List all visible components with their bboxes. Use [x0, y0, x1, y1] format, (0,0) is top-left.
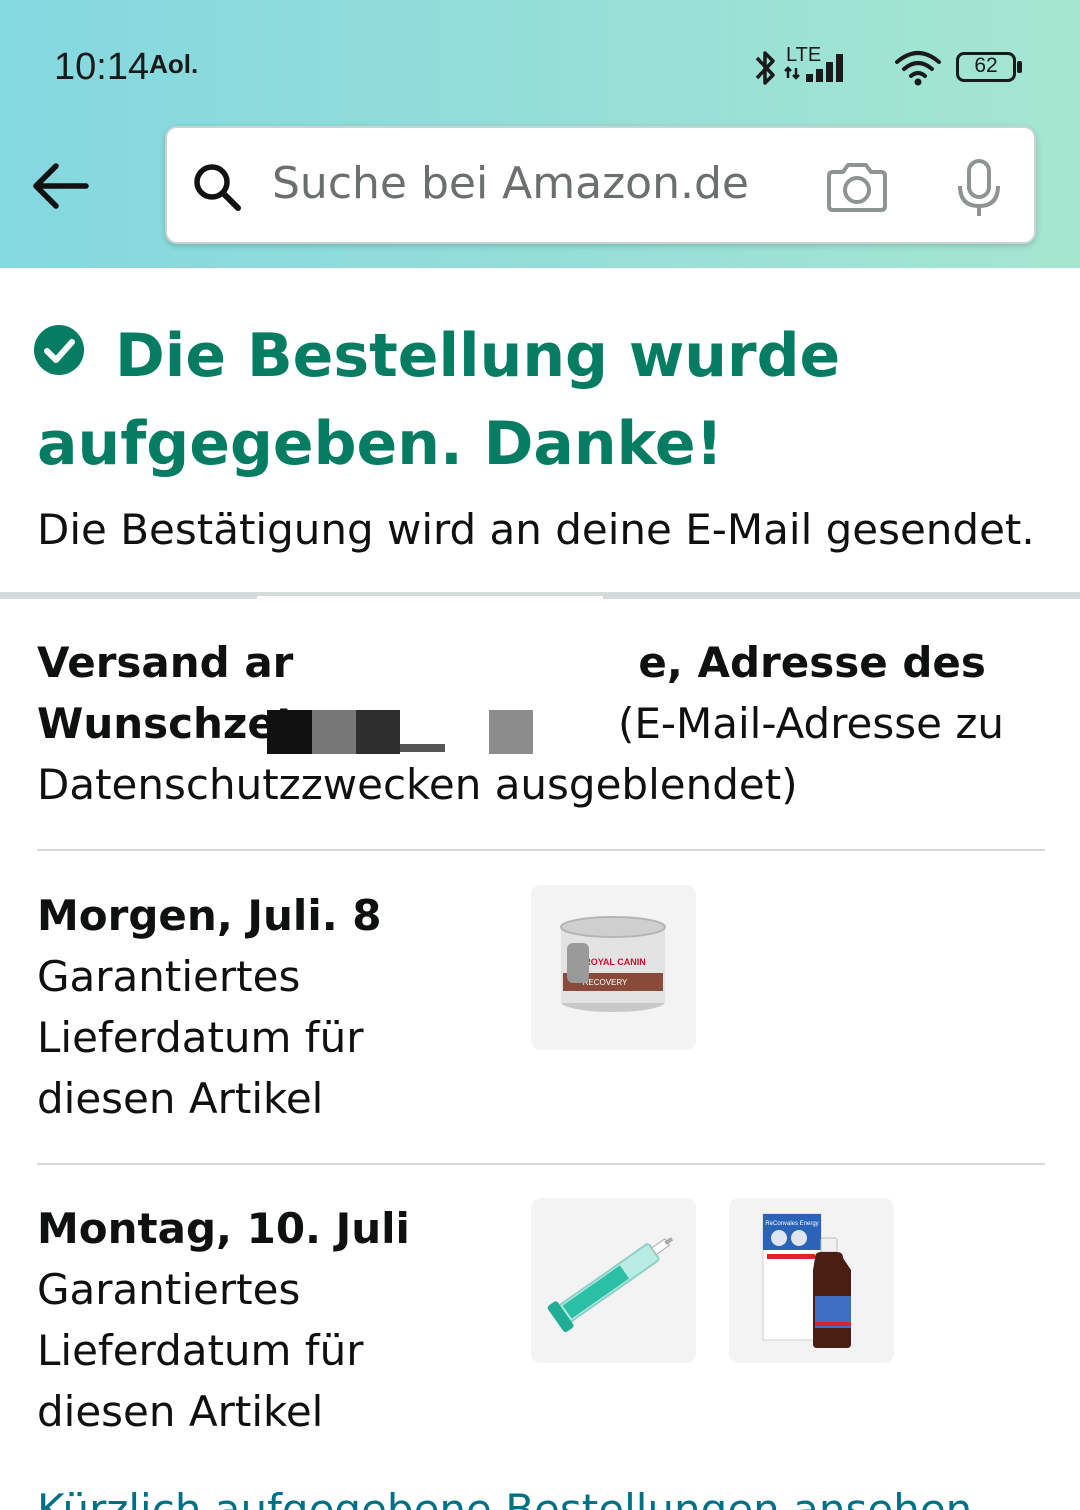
app-header: 10:14Aol. LTE 62 Suche bei Amazon.de	[0, 0, 1080, 268]
redaction-block	[400, 744, 445, 752]
divider	[37, 849, 1045, 851]
camera-icon[interactable]	[825, 162, 889, 214]
delivery-date: Morgen, Juli. 8	[37, 891, 382, 940]
product-thumbnail[interactable]: ROYAL CANIN RECOVERY	[531, 885, 696, 1050]
search-bar[interactable]: Suche bei Amazon.de	[165, 126, 1036, 244]
shipping-address: Versand ar e, Adresse des Wunschzet (E-Mai…	[37, 632, 1037, 815]
recent-orders-link[interactable]: Kürzlich aufgegebene Bestellungen ansehe…	[37, 1482, 972, 1510]
redaction-mask	[257, 596, 603, 652]
syringe-image	[547, 1237, 674, 1333]
confirmation-email-note: Die Bestätigung wird an deine E-Mail ges…	[37, 505, 1035, 554]
redaction-block	[489, 710, 533, 754]
lte-indicator: LTE	[784, 44, 856, 88]
delivery-date: Montag, 10. Juli	[37, 1204, 410, 1253]
status-bar: 10:14Aol. LTE 62	[0, 0, 1080, 120]
delivery-group: Montag, 10. Juli Garantiertes Lieferdatu…	[37, 1198, 507, 1442]
cat-food-can-image: ROYAL CANIN RECOVERY	[560, 916, 666, 1012]
battery-level: 62	[974, 54, 998, 77]
bluetooth-icon	[755, 51, 775, 85]
shipping-label-start: Versand ar	[37, 638, 294, 687]
can-variant-label: RECOVERY	[583, 978, 628, 987]
redaction-block	[267, 710, 315, 754]
product-thumbnail[interactable]	[531, 1198, 696, 1363]
status-time: 10:14Aol.	[54, 46, 198, 89]
search-input[interactable]: Suche bei Amazon.de	[272, 158, 749, 209]
signal-icon	[784, 54, 843, 82]
product-thumbnail[interactable]: ReConvales Energy	[729, 1198, 894, 1363]
delivery-group: Morgen, Juli. 8 Garantiertes Lieferdatum…	[37, 885, 507, 1129]
clock: 10:14	[54, 46, 150, 88]
shipping-label-mid: e, Adresse des	[638, 638, 986, 687]
bottle-label: ReConvales Energy	[765, 1221, 818, 1227]
reconvales-bottle-image: ReConvales Energy	[762, 1213, 851, 1348]
redaction-block	[312, 710, 356, 754]
can-brand-label: ROYAL CANIN	[584, 957, 646, 967]
carrier-badge: Aol.	[149, 49, 199, 79]
order-confirmation-title: Die Bestellung wurde aufgegeben. Danke!	[37, 321, 841, 479]
redaction-block	[356, 710, 400, 754]
divider	[37, 1163, 1045, 1165]
delivery-guarantee-note: Garantiertes Lieferdatum für diesen Arti…	[37, 952, 364, 1123]
battery-indicator: 62	[956, 52, 1024, 82]
search-icon[interactable]	[191, 161, 243, 213]
delivery-guarantee-note: Garantiertes Lieferdatum für diesen Arti…	[37, 1265, 364, 1436]
microphone-icon[interactable]	[955, 158, 1003, 218]
shipping-label-line2: Wunschzet	[37, 699, 296, 748]
wifi-icon	[895, 51, 941, 86]
back-arrow-icon[interactable]	[30, 160, 90, 212]
